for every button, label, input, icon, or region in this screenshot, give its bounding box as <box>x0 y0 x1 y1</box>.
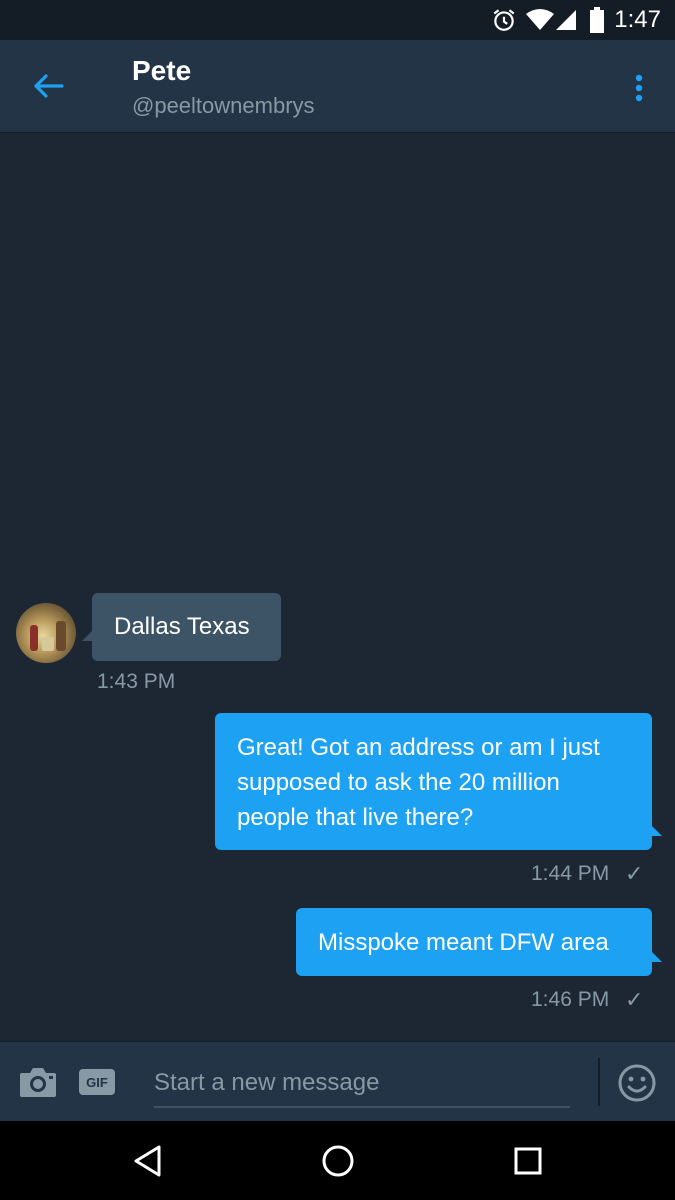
message-time: 1:46 PM <box>531 988 610 1011</box>
message-composer: GIF <box>0 1041 675 1122</box>
message-time: 1:43 PM <box>97 670 176 693</box>
conversation-handle[interactable]: @peeltownembrys <box>132 93 315 119</box>
status-time: 1:47 <box>614 6 661 33</box>
message-text: Great! Got an address or am I just suppo… <box>237 734 600 831</box>
battery-icon <box>589 0 605 40</box>
back-triangle-icon <box>134 1145 161 1177</box>
back-arrow-icon <box>34 74 64 98</box>
camera-button[interactable] <box>18 1064 58 1100</box>
emoji-icon <box>618 1064 656 1102</box>
nav-recents-button[interactable] <box>508 1141 548 1181</box>
nav-home-button[interactable] <box>318 1141 358 1181</box>
nav-back-button[interactable] <box>128 1141 168 1181</box>
status-bar: 1:47 <box>0 0 675 40</box>
camera-icon <box>20 1068 56 1097</box>
wifi-icon <box>525 0 555 40</box>
divider <box>598 1058 600 1106</box>
message-bubble-incoming[interactable]: Dallas Texas <box>92 593 281 661</box>
bubble-tail <box>652 826 662 836</box>
conversation-header: Pete @peeltownembrys <box>0 40 675 133</box>
message-time: 1:44 PM <box>531 862 610 885</box>
bubble-tail <box>82 631 92 641</box>
message-input[interactable] <box>154 1060 570 1108</box>
message-bubble-outgoing[interactable]: Great! Got an address or am I just suppo… <box>215 713 652 850</box>
message-text: Misspoke meant DFW area <box>318 929 609 956</box>
message-bubble-outgoing[interactable]: Misspoke meant DFW area <box>296 908 652 976</box>
home-circle-icon <box>322 1145 354 1177</box>
conversation-name[interactable]: Pete <box>132 55 191 87</box>
avatar[interactable] <box>16 603 76 663</box>
more-vert-icon <box>635 74 643 102</box>
recents-square-icon <box>514 1147 542 1175</box>
cell-signal-icon <box>555 0 577 40</box>
emoji-button[interactable] <box>617 1063 657 1103</box>
bubble-tail <box>652 952 662 962</box>
gif-button[interactable]: GIF <box>79 1069 115 1095</box>
message-text: Dallas Texas <box>114 613 250 640</box>
sent-check-icon: ✓ <box>625 987 644 1012</box>
sent-check-icon: ✓ <box>625 861 644 886</box>
alarm-icon <box>491 0 517 40</box>
system-navigation-bar <box>0 1121 675 1200</box>
back-button[interactable] <box>24 62 72 110</box>
more-options-button[interactable] <box>623 66 655 110</box>
